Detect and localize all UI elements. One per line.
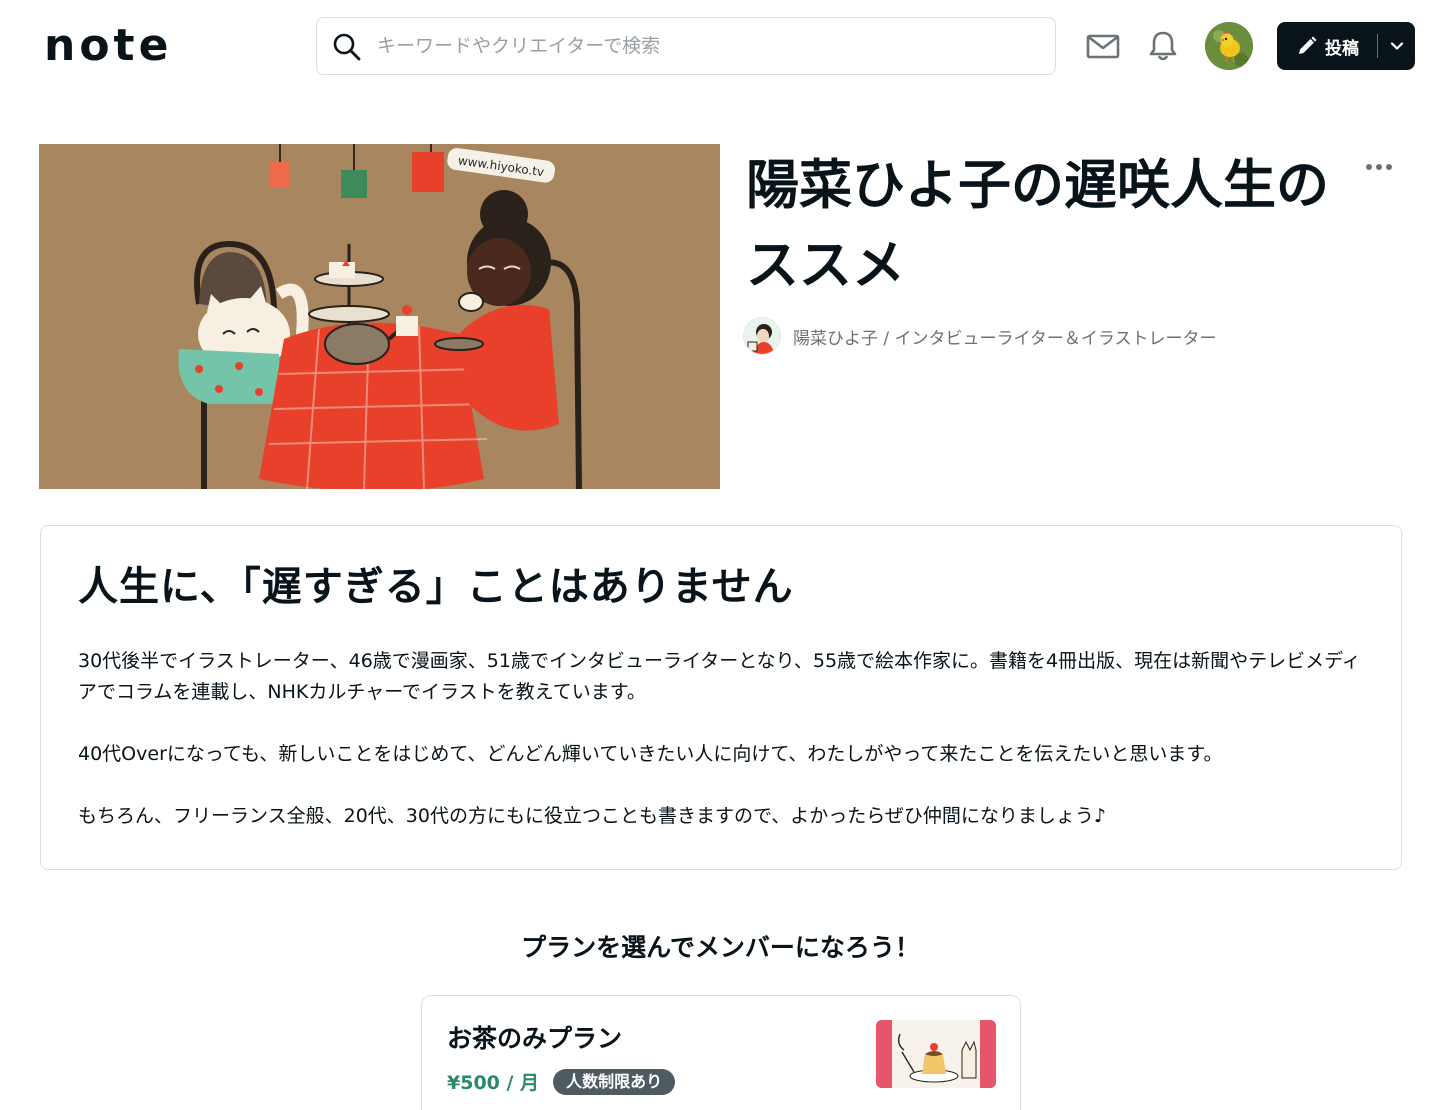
author-avatar-image — [744, 318, 780, 354]
plan-name: お茶のみプラン — [447, 1024, 623, 1053]
magazine-title: 陽菜ひよ子の遅咲人生のススメ — [746, 155, 1329, 296]
tea-party-illustration: www.hiyoko.tv — [39, 144, 720, 489]
post-menu-toggle[interactable] — [1378, 22, 1415, 70]
search-icon — [333, 33, 361, 61]
search-input[interactable] — [377, 18, 1037, 74]
description-paragraph: もちろん、フリーランス全般、20代、30代の方にもに役立つことも書きますので、よ… — [78, 805, 1106, 827]
pudding-cat-illustration — [876, 1020, 996, 1088]
chick-avatar-image — [1205, 22, 1253, 70]
bell-icon[interactable] — [1145, 28, 1181, 64]
pencil-icon — [1299, 36, 1317, 54]
description-heading: 人生に、「遅すぎる」ことはありません — [78, 564, 794, 610]
description-paragraph: 40代Overになっても、新しいことをはじめて、どんどん輝いていきたい人に向けて… — [78, 743, 1223, 765]
description-body: 30代後半でイラストレーター、46歳で漫画家、51歳でインタビューライターとなり… — [78, 646, 1368, 863]
chevron-down-icon — [1390, 42, 1403, 50]
plan-price: ¥500 / 月 — [447, 1072, 540, 1094]
description-paragraph: 30代後半でイラストレーター、46歳で漫画家、51歳でインタビューライターとなり… — [78, 650, 1361, 703]
note-logo[interactable]: note — [44, 20, 173, 71]
author-avatar[interactable] — [743, 317, 781, 355]
search-box[interactable] — [316, 17, 1056, 75]
post-label: 投稿 — [1325, 38, 1359, 59]
magazine-description-card: 人生に、「遅すぎる」ことはありません 30代後半でイラストレーター、46歳で漫画… — [40, 525, 1402, 870]
logo-text: note — [44, 20, 173, 71]
plans-heading: プランを選んでメンバーになろう！ — [521, 933, 920, 962]
plan-meta: ¥500 / 月 人数制限あり — [447, 1068, 676, 1095]
site-header: note キーワードやクリエイターで検索 投稿 — [0, 0, 1450, 92]
plan-limit-badge: 人数制限あり — [553, 1068, 676, 1095]
author-link[interactable]: 陽菜ひよ子 / インタビューライター＆イラストレーター — [743, 316, 1217, 356]
post-button[interactable]: 投稿 — [1277, 22, 1415, 70]
plan-card[interactable]: お茶のみプラン ¥500 / 月 人数制限あり — [421, 995, 1021, 1110]
magazine-cover-image: www.hiyoko.tv — [39, 144, 720, 489]
plan-thumbnail — [876, 1020, 996, 1088]
author-name[interactable]: 陽菜ひよ子 / インタビューライター＆イラストレーター — [793, 324, 1217, 349]
user-avatar[interactable] — [1205, 22, 1253, 70]
mail-icon[interactable] — [1085, 28, 1121, 64]
more-options-icon[interactable] — [1364, 156, 1394, 178]
post-button-main[interactable]: 投稿 — [1277, 22, 1377, 70]
